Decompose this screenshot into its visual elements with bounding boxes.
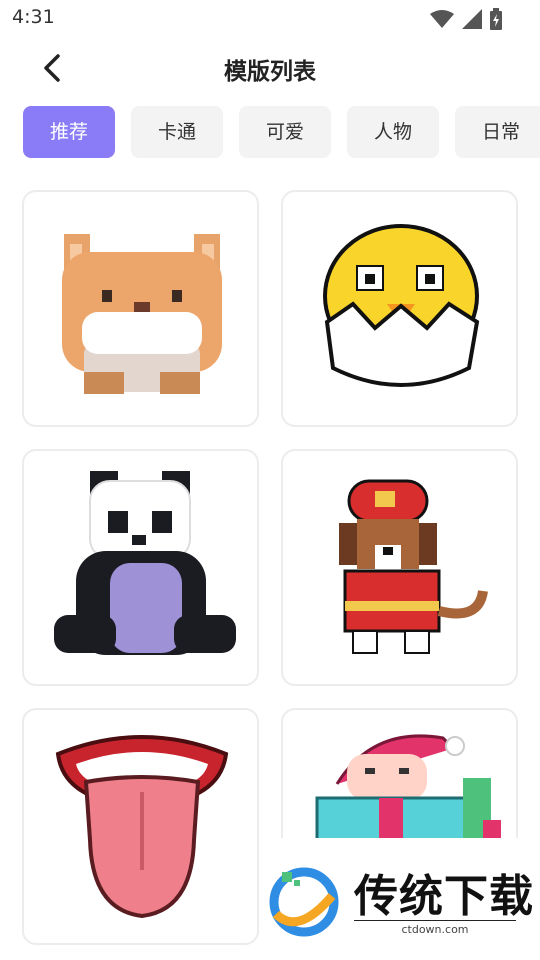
pixel-mouth-tongue-icon (55, 735, 229, 919)
watermark-text: 传统下载 (354, 871, 534, 922)
pixel-chick-icon (323, 224, 480, 387)
status-bar: 4:31 (0, 0, 540, 36)
pixel-cat-icon (62, 234, 222, 394)
status-time: 4:31 (12, 6, 55, 28)
status-icons (430, 8, 502, 30)
template-card-panda[interactable] (22, 449, 259, 686)
template-card-chick[interactable] (281, 190, 518, 427)
tab-cartoon[interactable]: 卡通 (131, 106, 223, 158)
battery-icon (490, 8, 502, 30)
signal-icon (462, 9, 482, 29)
tab-people[interactable]: 人物 (347, 106, 439, 158)
template-card-mouth[interactable] (22, 708, 259, 945)
tab-daily[interactable]: 日常 (455, 106, 540, 158)
tab-cute[interactable]: 可爱 (239, 106, 331, 158)
watermark-logo-icon (269, 867, 339, 937)
pixel-firefighter-dog-icon (339, 479, 488, 654)
template-card-cat[interactable] (22, 190, 259, 427)
watermark: 传统下载 ctdown.com (262, 838, 540, 948)
watermark-url: ctdown.com (354, 920, 516, 936)
template-card-dog[interactable] (281, 449, 518, 686)
pixel-panda-icon (54, 471, 236, 655)
category-tabs: 推荐 卡通 可爱 人物 日常 (23, 106, 540, 158)
tab-recommend[interactable]: 推荐 (23, 106, 115, 158)
wifi-icon (430, 10, 454, 28)
page-title: 模版列表 (224, 59, 316, 85)
header: 模版列表 (0, 40, 540, 96)
